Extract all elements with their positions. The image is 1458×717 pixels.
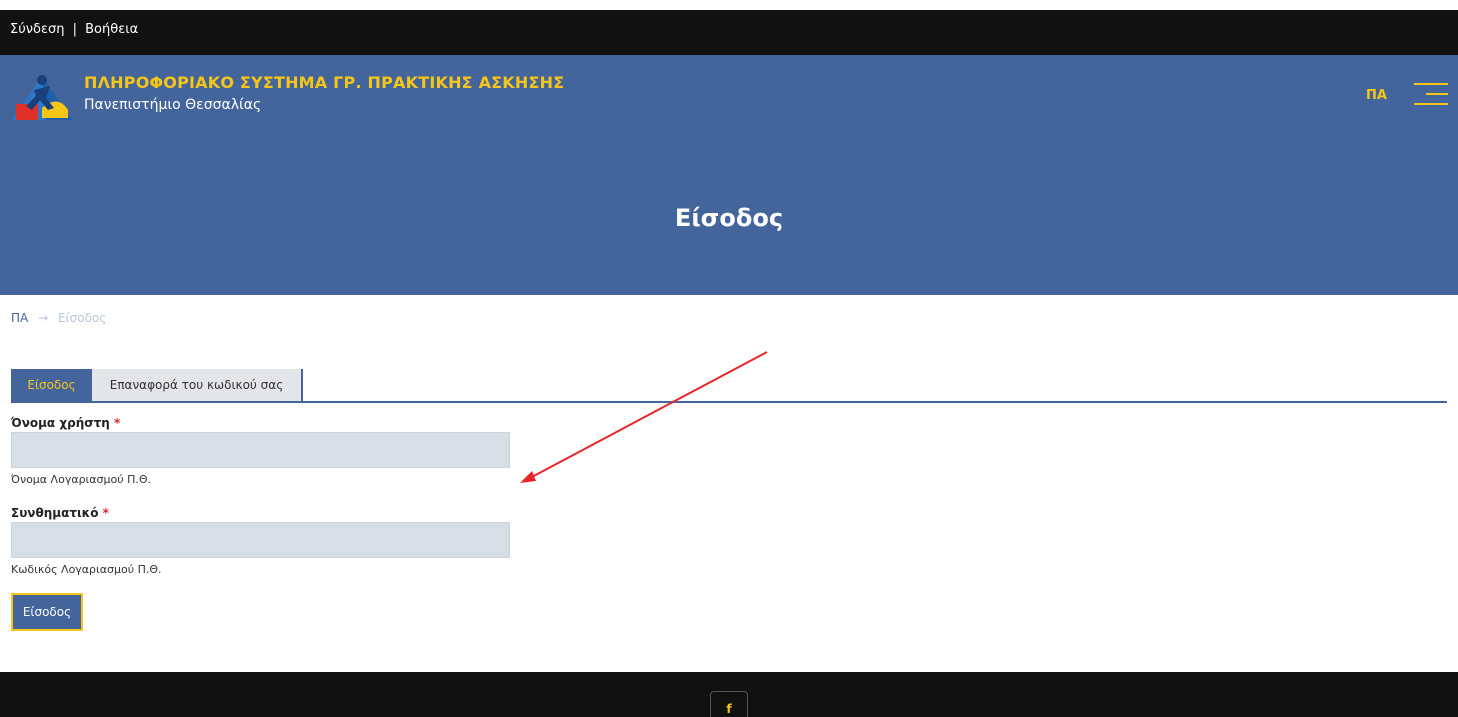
- top-links: Σύνδεση | Βοήθεια: [10, 22, 138, 37]
- login-submit-button[interactable]: Είσοδος: [11, 593, 83, 631]
- page-title: Είσοδος: [674, 204, 784, 232]
- username-input[interactable]: [11, 432, 510, 468]
- required-marker: *: [113, 416, 121, 430]
- breadcrumb-arrow-icon: →: [38, 311, 49, 325]
- top-links-separator: |: [72, 22, 77, 37]
- hamburger-icon[interactable]: [1412, 81, 1448, 107]
- site-subtitle: Πανεπιστήμιο Θεσσαλίας: [84, 97, 262, 113]
- breadcrumb-home-link[interactable]: ΠΑ: [11, 311, 28, 325]
- password-help-text: Κωδικός Λογαριασμού Π.Θ.: [11, 563, 162, 576]
- username-label: Όνομα χρήστη *: [11, 416, 120, 430]
- tab-login[interactable]: Είσοδος: [11, 369, 92, 402]
- site-footer: f: [0, 672, 1458, 717]
- breadcrumb: ΠΑ → Είσοδος: [11, 311, 106, 325]
- facebook-icon[interactable]: f: [710, 691, 748, 717]
- required-marker: *: [102, 506, 109, 520]
- password-input[interactable]: [11, 522, 510, 558]
- password-label-text: Συνθηματικό: [11, 506, 99, 520]
- site-header: ΠΛΗΡΟΦΟΡΙΑΚΟ ΣΥΣΤΗΜΑ ΓΡ. ΠΡΑΚΤΙΚΗΣ ΑΣΚΗΣ…: [0, 55, 1458, 295]
- help-link[interactable]: Βοήθεια: [85, 22, 138, 37]
- login-link[interactable]: Σύνδεση: [10, 22, 64, 37]
- top-bar: Σύνδεση | Βοήθεια: [0, 10, 1458, 55]
- password-label: Συνθηματικό *: [11, 506, 109, 520]
- site-logo[interactable]: [12, 70, 78, 122]
- username-help-text: Όνομα Λογαριασμού Π.Θ.: [11, 473, 152, 486]
- username-label-text: Όνομα χρήστη: [11, 416, 110, 430]
- site-title[interactable]: ΠΛΗΡΟΦΟΡΙΑΚΟ ΣΥΣΤΗΜΑ ΓΡ. ΠΡΑΚΤΙΚΗΣ ΑΣΚΗΣ…: [84, 73, 564, 92]
- language-switch[interactable]: ΠΑ: [1366, 88, 1387, 103]
- breadcrumb-current: Είσοδος: [57, 311, 107, 325]
- tab-password-reset[interactable]: Επαναφορά του κωδικού σας: [92, 369, 303, 402]
- tabs-underline: [11, 401, 1447, 403]
